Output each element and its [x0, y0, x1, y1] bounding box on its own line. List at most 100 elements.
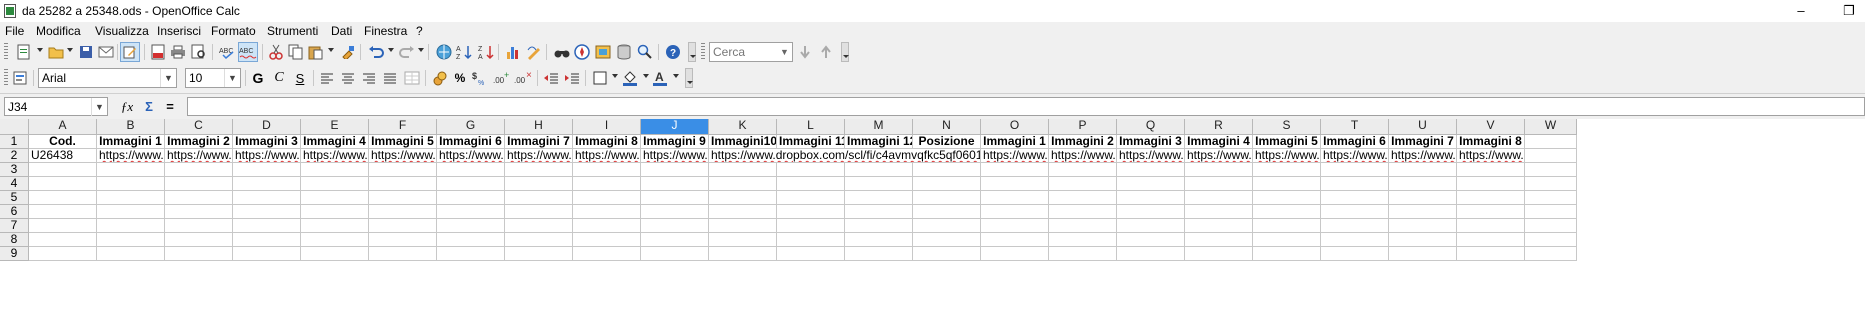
row-header-1[interactable]: 1 — [0, 135, 29, 149]
cell-h3[interactable] — [505, 163, 573, 177]
cell-c2[interactable]: https://www.d — [165, 149, 233, 163]
cell-e9[interactable] — [301, 247, 369, 261]
cell-q2[interactable]: https://www.d — [1117, 149, 1185, 163]
sort-ascending-icon[interactable]: AZ — [454, 42, 474, 62]
cell-o2[interactable]: https://www.d — [981, 149, 1049, 163]
column-header-a[interactable]: A — [29, 119, 97, 135]
column-header-b[interactable]: B — [97, 119, 165, 135]
menu-help[interactable]: ? — [416, 24, 423, 38]
font-size-combo[interactable]: 10 ▼ — [185, 68, 241, 88]
cell-q9[interactable] — [1117, 247, 1185, 261]
cell-f8[interactable] — [369, 233, 437, 247]
email-icon[interactable] — [96, 42, 116, 62]
cell-q3[interactable] — [1117, 163, 1185, 177]
minimize-button[interactable]: – — [1788, 1, 1814, 21]
column-header-o[interactable]: O — [981, 119, 1049, 135]
column-header-c[interactable]: C — [165, 119, 233, 135]
cell-c6[interactable] — [165, 205, 233, 219]
cell-c9[interactable] — [165, 247, 233, 261]
increase-indent-icon[interactable] — [562, 68, 582, 88]
menu-finestra[interactable]: Finestra — [364, 24, 407, 38]
menu-inserisci[interactable]: Inserisci — [157, 24, 201, 38]
cell-d1[interactable]: Immagini 3 — [233, 135, 301, 149]
cell-h7[interactable] — [505, 219, 573, 233]
cell-i2[interactable]: https://www.d — [573, 149, 641, 163]
cell-k2[interactable]: https://www.dropbox.com/scl/fi/c4avmvqfk… — [709, 149, 981, 163]
cell-n9[interactable] — [913, 247, 981, 261]
cell-e6[interactable] — [301, 205, 369, 219]
cell-q5[interactable] — [1117, 191, 1185, 205]
cell-f3[interactable] — [369, 163, 437, 177]
cell-g5[interactable] — [437, 191, 505, 205]
cell-p1[interactable]: Immagini 2 — [1049, 135, 1117, 149]
cell-u2[interactable]: https://www.d — [1389, 149, 1457, 163]
cell-c8[interactable] — [165, 233, 233, 247]
cell-l4[interactable] — [777, 177, 845, 191]
restore-button[interactable]: ❐ — [1836, 1, 1862, 21]
cell-p4[interactable] — [1049, 177, 1117, 191]
cell-t8[interactable] — [1321, 233, 1389, 247]
row-header-9[interactable]: 9 — [0, 247, 29, 261]
cell-h6[interactable] — [505, 205, 573, 219]
function-wizard-icon[interactable]: ƒx — [117, 97, 137, 116]
cell-p2[interactable]: https://www.d — [1049, 149, 1117, 163]
zoom-icon[interactable] — [635, 42, 655, 62]
cell-a7[interactable] — [29, 219, 97, 233]
cell-i8[interactable] — [573, 233, 641, 247]
cell-u5[interactable] — [1389, 191, 1457, 205]
sort-descending-icon[interactable]: ZA — [476, 42, 496, 62]
cell-i6[interactable] — [573, 205, 641, 219]
cell-i9[interactable] — [573, 247, 641, 261]
cell-o1[interactable]: Immagini 1 — [981, 135, 1049, 149]
menu-dati[interactable]: Dati — [331, 24, 352, 38]
cell-b9[interactable] — [97, 247, 165, 261]
cell-b7[interactable] — [97, 219, 165, 233]
cell-q4[interactable] — [1117, 177, 1185, 191]
column-header-n[interactable]: N — [913, 119, 981, 135]
cell-f4[interactable] — [369, 177, 437, 191]
data-sources-icon[interactable] — [614, 42, 634, 62]
borders-dropdown-icon[interactable] — [612, 74, 618, 78]
cell-s7[interactable] — [1253, 219, 1321, 233]
row-header-8[interactable]: 8 — [0, 233, 29, 247]
cell-s4[interactable] — [1253, 177, 1321, 191]
cell-w3[interactable] — [1525, 163, 1577, 177]
navigator-icon[interactable] — [572, 42, 592, 62]
new-document-icon[interactable] — [14, 42, 34, 62]
cell-s9[interactable] — [1253, 247, 1321, 261]
cell-m3[interactable] — [845, 163, 913, 177]
cell-r8[interactable] — [1185, 233, 1253, 247]
cell-c5[interactable] — [165, 191, 233, 205]
decrease-indent-icon[interactable] — [541, 68, 561, 88]
cell-d2[interactable]: https://www.d — [233, 149, 301, 163]
cell-m6[interactable] — [845, 205, 913, 219]
cell-p8[interactable] — [1049, 233, 1117, 247]
cell-e3[interactable] — [301, 163, 369, 177]
open-dropdown-icon[interactable] — [67, 48, 73, 52]
cell-i5[interactable] — [573, 191, 641, 205]
column-header-s[interactable]: S — [1253, 119, 1321, 135]
cell-u4[interactable] — [1389, 177, 1457, 191]
borders-icon[interactable] — [590, 68, 610, 88]
cell-n6[interactable] — [913, 205, 981, 219]
row-header-3[interactable]: 3 — [0, 163, 29, 177]
cell-f9[interactable] — [369, 247, 437, 261]
copy-icon[interactable] — [286, 42, 306, 62]
cell-f5[interactable] — [369, 191, 437, 205]
cell-g3[interactable] — [437, 163, 505, 177]
cell-d9[interactable] — [233, 247, 301, 261]
column-header-i[interactable]: I — [573, 119, 641, 135]
cell-o8[interactable] — [981, 233, 1049, 247]
cell-e8[interactable] — [301, 233, 369, 247]
column-header-p[interactable]: P — [1049, 119, 1117, 135]
undo-icon[interactable] — [366, 42, 386, 62]
cell-s5[interactable] — [1253, 191, 1321, 205]
print-preview-icon[interactable] — [189, 42, 209, 62]
standard-number-format-icon[interactable]: $% — [471, 68, 491, 88]
cell-u6[interactable] — [1389, 205, 1457, 219]
paste-dropdown-icon[interactable] — [328, 48, 334, 52]
percent-format-button[interactable]: % — [450, 68, 470, 88]
align-left-icon[interactable] — [317, 68, 337, 88]
cell-j8[interactable] — [641, 233, 709, 247]
cell-t3[interactable] — [1321, 163, 1389, 177]
